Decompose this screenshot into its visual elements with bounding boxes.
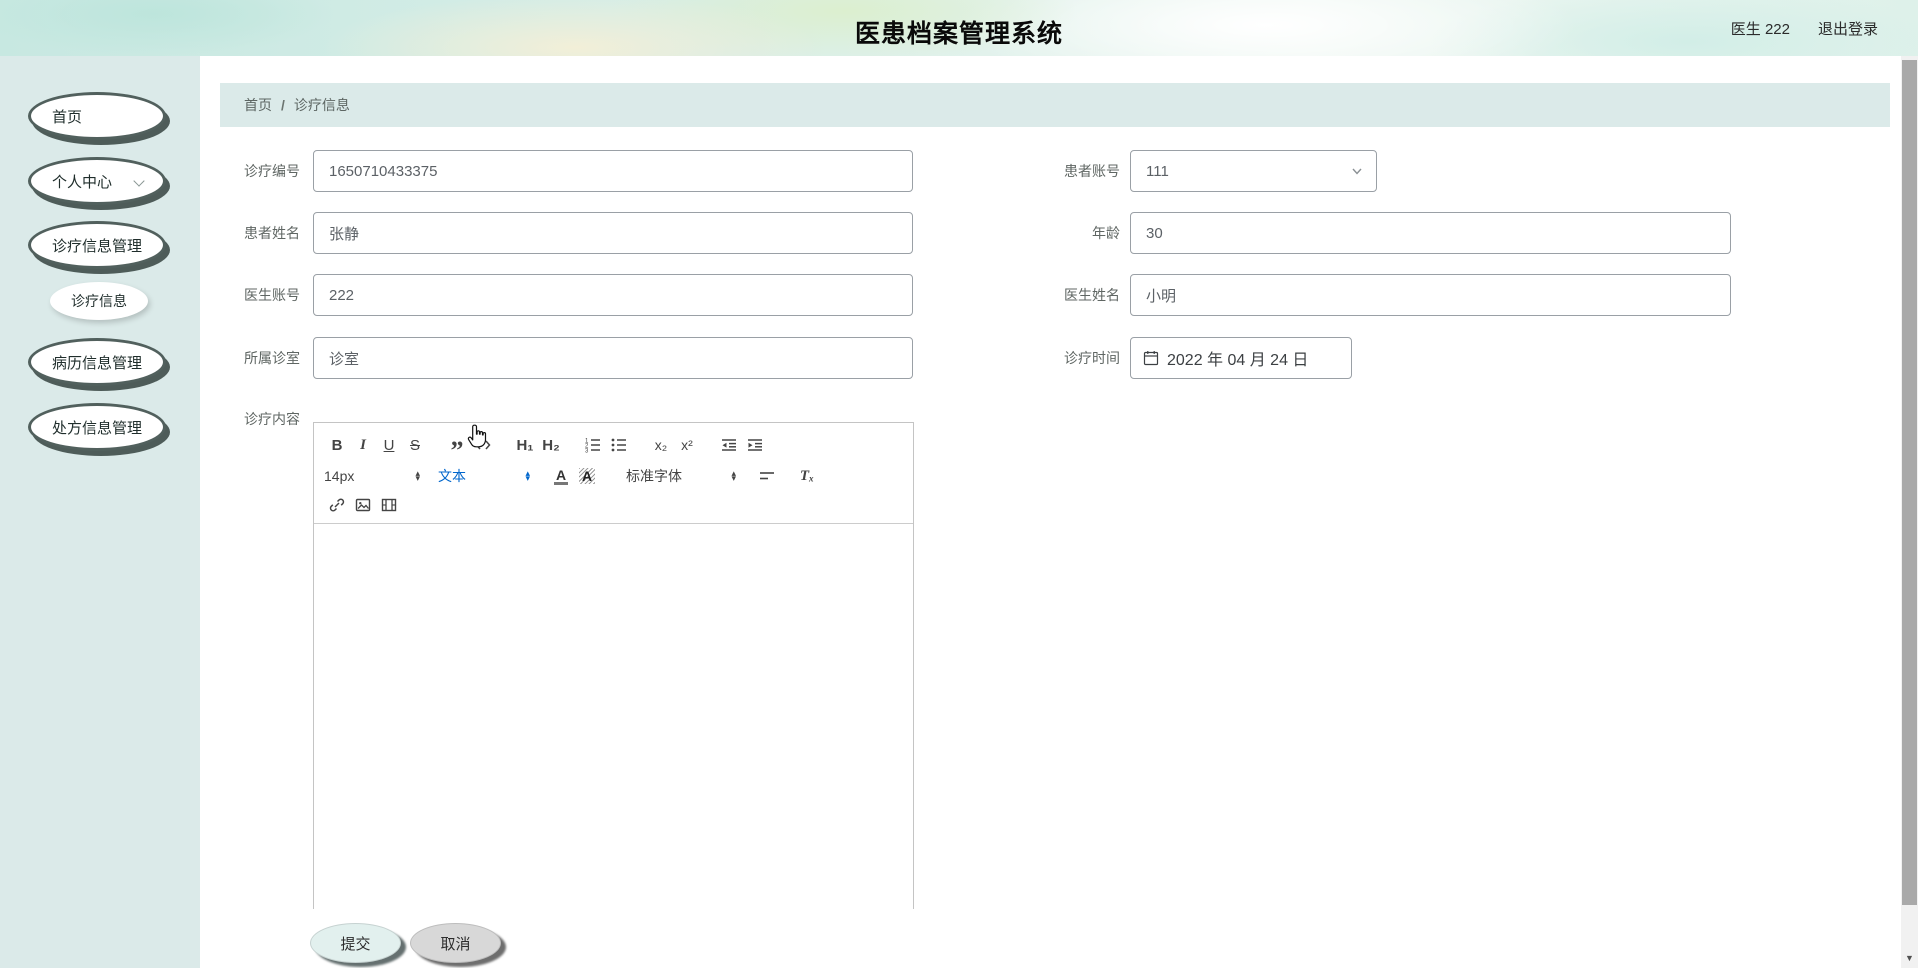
indent-minus-icon: [722, 439, 736, 451]
sidebar-item-label: 处方信息管理: [52, 419, 143, 437]
selected-value: 111: [1146, 162, 1169, 180]
patient-name-label: 患者姓名: [244, 225, 300, 241]
blockquote-button[interactable]: ”: [444, 433, 470, 464]
clinic-input[interactable]: [313, 337, 913, 379]
insert-link-button[interactable]: [324, 493, 350, 517]
current-user-label: 医生 222: [1730, 20, 1790, 38]
breadcrumb-separator: /: [281, 97, 285, 113]
code-block-button[interactable]: [470, 433, 496, 457]
treatment-time-datepicker[interactable]: 2022 年 04 月 24 日: [1130, 337, 1352, 379]
bullet-list-button[interactable]: [606, 433, 632, 457]
sidebar-nav: 首页 个人中心 诊疗信息管理 诊疗信息 病历信息管理 处方信息管理: [0, 56, 200, 968]
sidebar-item-home[interactable]: 首页: [28, 92, 166, 140]
text-color-icon: A: [553, 466, 569, 485]
treatment-time-label: 诊疗时间: [1064, 350, 1120, 366]
svg-text:3: 3: [585, 449, 589, 454]
app-header: 医患档案管理系统 医生 222 退出登录: [0, 0, 1918, 56]
sidebar-item-label: 首页: [52, 108, 83, 126]
code-icon: [475, 440, 491, 450]
submit-button-label: 提交: [340, 935, 371, 953]
align-left-icon: [760, 472, 774, 480]
rich-text-editor: B I U S ” H₁ H₂ 1 2 3 x₂ x² 14px ▴ ▾ 文本 …: [313, 422, 914, 922]
header1-button[interactable]: H₁: [512, 433, 538, 457]
underline-button[interactable]: U: [376, 433, 402, 457]
sidebar-subitem-treatment-info[interactable]: 诊疗信息: [50, 282, 148, 320]
insert-image-button[interactable]: [350, 493, 376, 517]
sidebar-item-label: 诊疗信息管理: [52, 237, 143, 255]
chevron-down-icon: [1352, 168, 1362, 175]
breadcrumb-home[interactable]: 首页: [244, 95, 272, 115]
clinic-label: 所属诊室: [244, 350, 300, 366]
treatment-no-label: 诊疗编号: [244, 163, 300, 179]
scrollbar-thumb[interactable]: [1902, 60, 1917, 905]
doctor-name-input[interactable]: [1130, 274, 1731, 316]
breadcrumb: 首页 / 诊疗信息: [220, 83, 1890, 127]
age-label: 年龄: [1092, 225, 1120, 241]
font-family-value: 标准字体: [626, 468, 682, 484]
picker-arrows-icon: ▴ ▾: [415, 468, 420, 483]
italic-button[interactable]: I: [350, 433, 376, 457]
font-family-picker[interactable]: 标准字体 ▴ ▾: [626, 466, 736, 486]
video-icon: [381, 498, 397, 512]
logout-link[interactable]: 退出登录: [1818, 18, 1878, 39]
sidebar-item-personal-center[interactable]: 个人中心: [28, 157, 166, 205]
link-icon: [329, 498, 345, 512]
background-color-icon: A: [578, 468, 596, 484]
cancel-button-label: 取消: [440, 935, 471, 953]
age-input[interactable]: [1130, 212, 1731, 254]
app-window: 医患档案管理系统 医生 222 退出登录 首页 个人中心 诊疗信息管理 诊疗信息…: [0, 0, 1918, 968]
patient-name-input[interactable]: [313, 212, 913, 254]
font-size-picker[interactable]: 14px ▴ ▾: [324, 468, 420, 484]
vertical-scrollbar: ▼: [1901, 56, 1918, 968]
bullet-list-icon: [611, 438, 626, 452]
header-user-area: 医生 222 退出登录: [1731, 0, 1878, 56]
indent-plus-icon: [748, 439, 762, 451]
sidebar-item-prescription-mgmt[interactable]: 处方信息管理: [28, 403, 166, 451]
sidebar-item-label: 个人中心: [52, 173, 113, 191]
treatment-no-input[interactable]: [313, 150, 913, 192]
submit-button[interactable]: 提交: [310, 923, 401, 963]
strikethrough-button[interactable]: S: [402, 433, 428, 457]
sidebar-item-label: 诊疗信息: [71, 293, 127, 309]
paragraph-format-value: 文本: [438, 468, 466, 484]
picker-arrows-icon: ▴ ▾: [525, 468, 530, 483]
subscript-button[interactable]: x₂: [648, 433, 674, 457]
superscript-button[interactable]: x²: [674, 433, 700, 457]
patient-account-label: 患者账号: [1064, 163, 1120, 179]
editor-content[interactable]: [314, 524, 913, 922]
clear-format-button[interactable]: Tₓ: [794, 464, 820, 488]
chevron-down-icon: [133, 175, 145, 187]
cancel-button[interactable]: 取消: [410, 923, 501, 963]
calendar-icon: [1143, 351, 1159, 366]
picker-arrows-icon: ▴ ▾: [731, 468, 736, 483]
font-size-value: 14px: [324, 468, 355, 484]
image-icon: [355, 498, 371, 512]
paragraph-format-picker[interactable]: 文本 ▴ ▾: [438, 466, 530, 486]
outdent-button[interactable]: [716, 433, 742, 457]
text-color-button[interactable]: A: [548, 464, 574, 488]
doctor-account-label: 医生账号: [244, 287, 300, 303]
scrollbar-down-arrow-icon[interactable]: ▼: [1901, 950, 1918, 966]
indent-button[interactable]: [742, 433, 768, 457]
sidebar-item-treatment-info-mgmt[interactable]: 诊疗信息管理: [28, 221, 166, 269]
background-color-button[interactable]: A: [574, 464, 600, 488]
editor-toolbar: B I U S ” H₁ H₂ 1 2 3 x₂ x² 14px ▴ ▾ 文本 …: [314, 423, 913, 524]
sidebar-item-label: 病历信息管理: [52, 354, 143, 372]
page-title: 医患档案管理系统: [854, 20, 1063, 48]
date-value: 2022 年 04 月 24 日: [1167, 352, 1309, 369]
ordered-list-icon: 1 2 3: [585, 439, 600, 454]
breadcrumb-current: 诊疗信息: [293, 97, 350, 113]
header2-button[interactable]: H₂: [538, 433, 564, 457]
treatment-content-label: 诊疗内容: [244, 411, 300, 427]
doctor-name-label: 医生姓名: [1064, 287, 1120, 303]
bold-button[interactable]: B: [324, 433, 350, 457]
insert-video-button[interactable]: [376, 493, 402, 517]
ordered-list-button[interactable]: 1 2 3: [580, 433, 606, 457]
patient-account-select[interactable]: 111: [1130, 150, 1377, 192]
sidebar-item-medical-record-mgmt[interactable]: 病历信息管理: [28, 338, 166, 386]
align-button[interactable]: [754, 464, 780, 488]
doctor-account-input[interactable]: [313, 274, 913, 316]
